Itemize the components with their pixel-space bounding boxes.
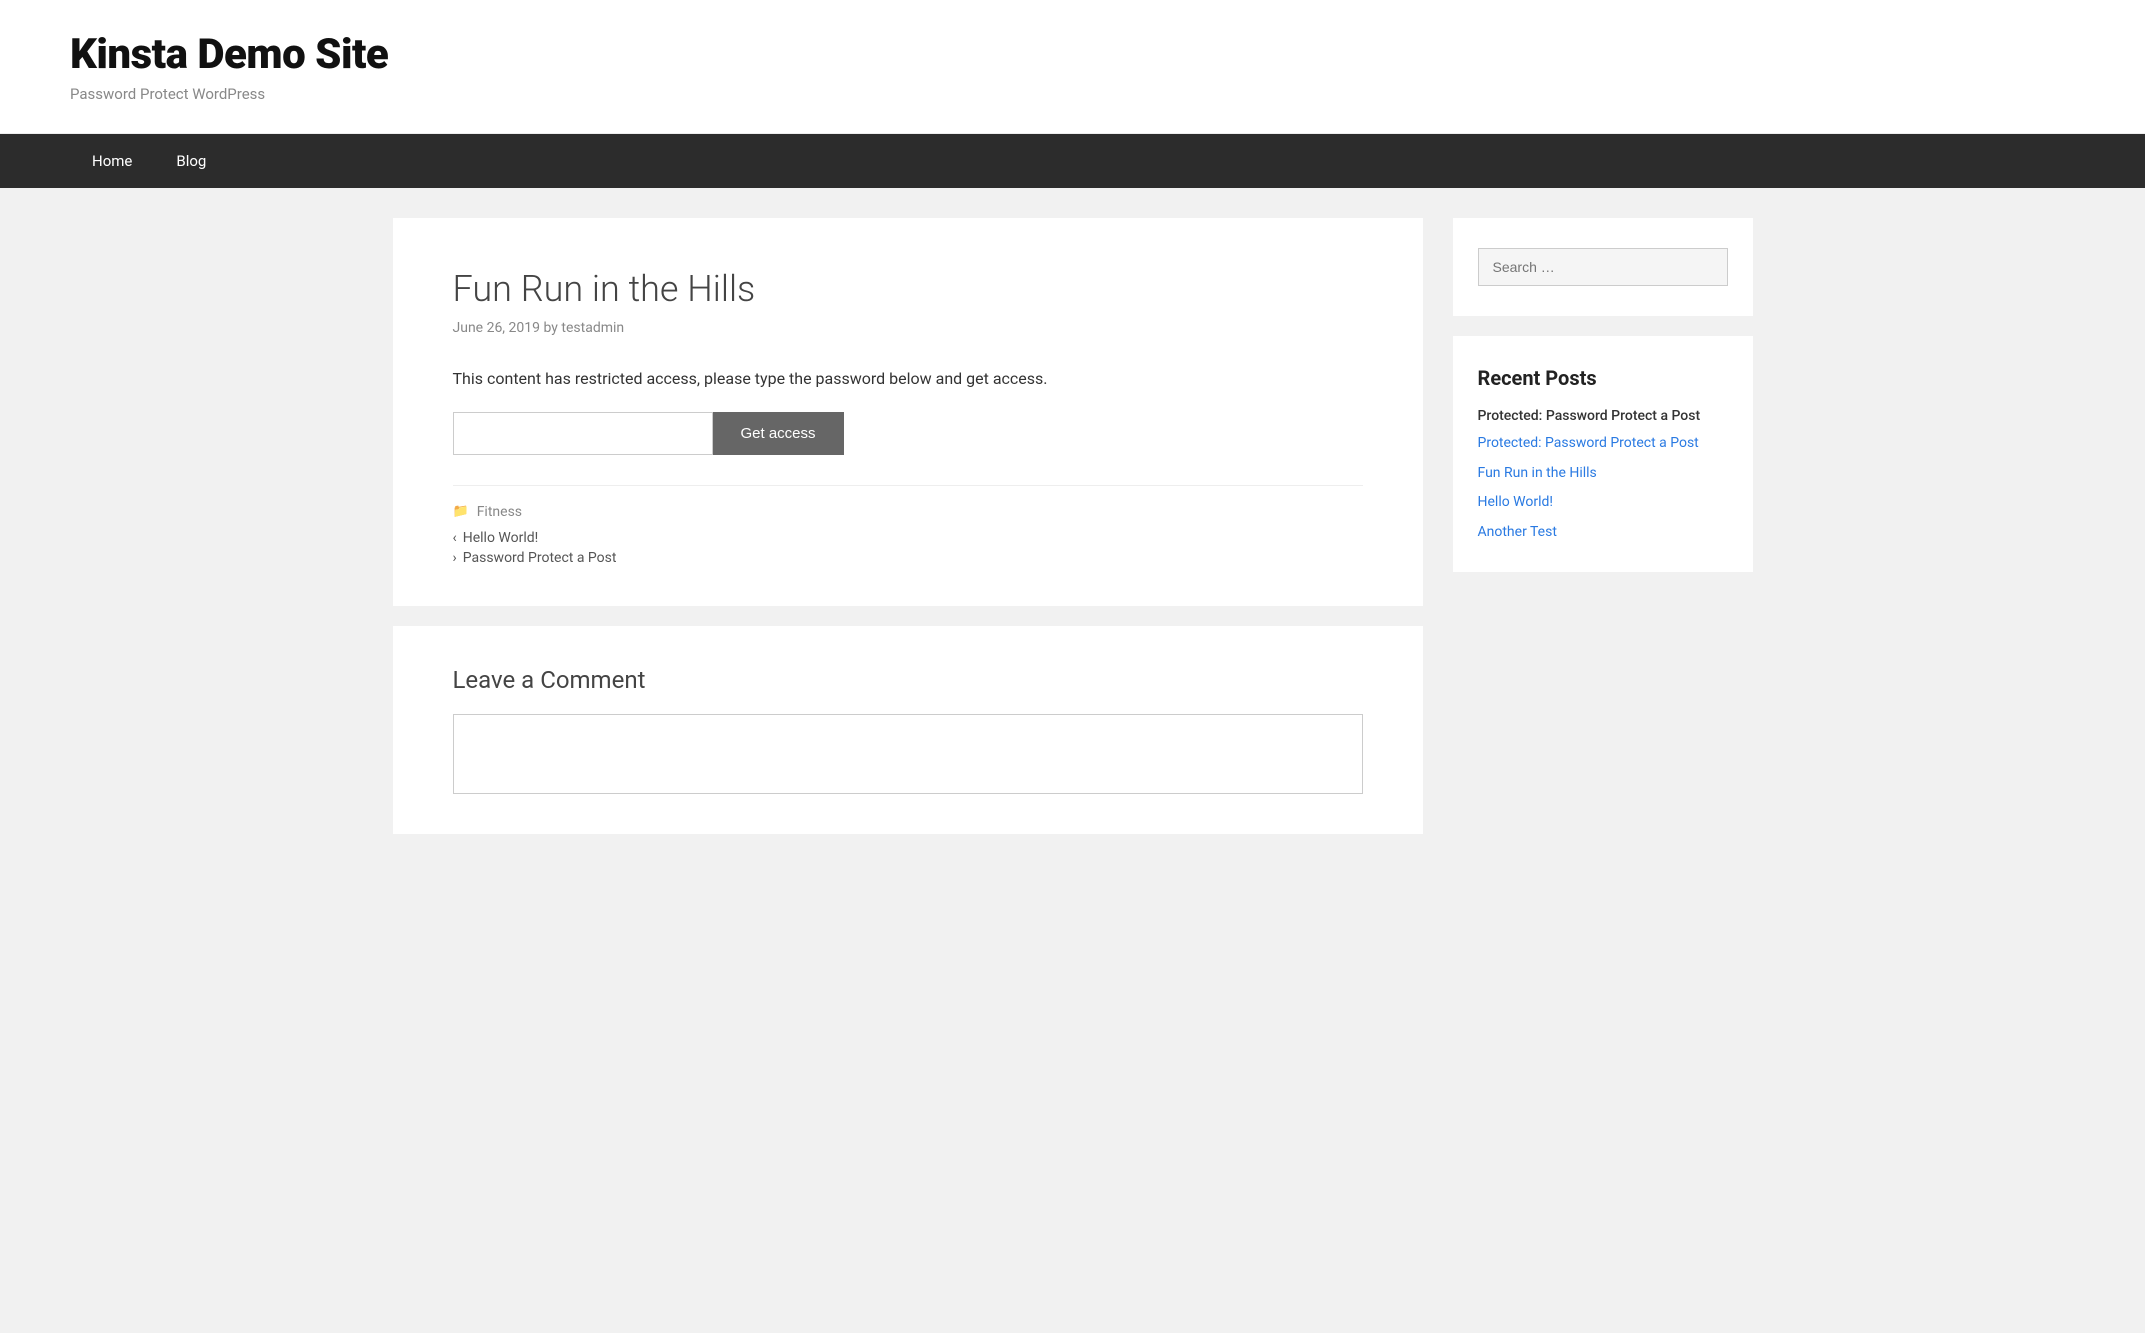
restricted-message: This content has restricted access, plea…: [453, 366, 1363, 392]
recent-post-link-2[interactable]: Fun Run in the Hills: [1478, 465, 1597, 481]
site-title: Kinsta Demo Site: [70, 30, 2075, 79]
list-item: Protected: Password Protect a Post: [1478, 434, 1728, 454]
post-categories: 📁 Fitness: [453, 504, 1363, 520]
prev-icon: ‹: [453, 530, 457, 546]
search-widget: [1453, 218, 1753, 316]
comment-form-area[interactable]: [453, 714, 1363, 794]
article-title: Fun Run in the Hills: [453, 268, 1363, 310]
comment-title: Leave a Comment: [453, 666, 1363, 694]
recent-post-link-3[interactable]: Hello World!: [1478, 494, 1554, 510]
main-nav: Home Blog: [0, 134, 2145, 188]
site-header: Kinsta Demo Site Password Protect WordPr…: [0, 0, 2145, 134]
post-nav: ‹ Hello World! › Password Protect a Post: [453, 530, 1363, 566]
password-input[interactable]: [453, 412, 713, 455]
recent-posts-list: Protected: Password Protect a Post Prote…: [1478, 408, 1728, 542]
recent-post-link-4[interactable]: Another Test: [1478, 524, 1557, 540]
recent-posts-widget: Recent Posts Protected: Password Protect…: [1453, 336, 1753, 572]
site-content: Fun Run in the Hills June 26, 2019 by te…: [373, 188, 1773, 864]
prev-post-link[interactable]: ‹ Hello World!: [453, 530, 1363, 546]
sidebar: Recent Posts Protected: Password Protect…: [1453, 218, 1753, 834]
article-meta: June 26, 2019 by testadmin: [453, 320, 1363, 336]
article-by: by: [544, 320, 562, 336]
post-footer: 📁 Fitness ‹ Hello World! › Password Prot…: [453, 485, 1363, 566]
list-item: Protected: Password Protect a Post: [1478, 408, 1728, 424]
category-fitness[interactable]: Fitness: [477, 504, 522, 520]
prev-post-label: Hello World!: [463, 530, 539, 546]
next-post-label: Password Protect a Post: [463, 550, 617, 566]
list-item: Fun Run in the Hills: [1478, 464, 1728, 484]
next-icon: ›: [453, 550, 457, 566]
get-access-button[interactable]: Get access: [713, 412, 844, 455]
nav-item-blog[interactable]: Blog: [154, 134, 228, 188]
nav-link-blog[interactable]: Blog: [154, 134, 228, 188]
list-item: Another Test: [1478, 523, 1728, 543]
site-tagline: Password Protect WordPress: [70, 85, 2075, 103]
next-post-link[interactable]: › Password Protect a Post: [453, 550, 1363, 566]
recent-post-static-label: Protected: Password Protect a Post: [1478, 408, 1701, 424]
article-date: June 26, 2019: [453, 320, 541, 336]
recent-post-link-1[interactable]: Protected: Password Protect a Post: [1478, 435, 1699, 451]
nav-link-home[interactable]: Home: [70, 134, 154, 188]
recent-posts-title: Recent Posts: [1478, 366, 1728, 390]
comment-section: Leave a Comment: [393, 626, 1423, 834]
access-form: Get access: [453, 412, 1363, 455]
main-content: Fun Run in the Hills June 26, 2019 by te…: [393, 218, 1423, 834]
article-author[interactable]: testadmin: [561, 320, 624, 336]
list-item: Hello World!: [1478, 493, 1728, 513]
folder-icon: 📁: [453, 504, 469, 519]
search-input[interactable]: [1478, 248, 1728, 286]
article-card: Fun Run in the Hills June 26, 2019 by te…: [393, 218, 1423, 606]
nav-item-home[interactable]: Home: [70, 134, 154, 188]
